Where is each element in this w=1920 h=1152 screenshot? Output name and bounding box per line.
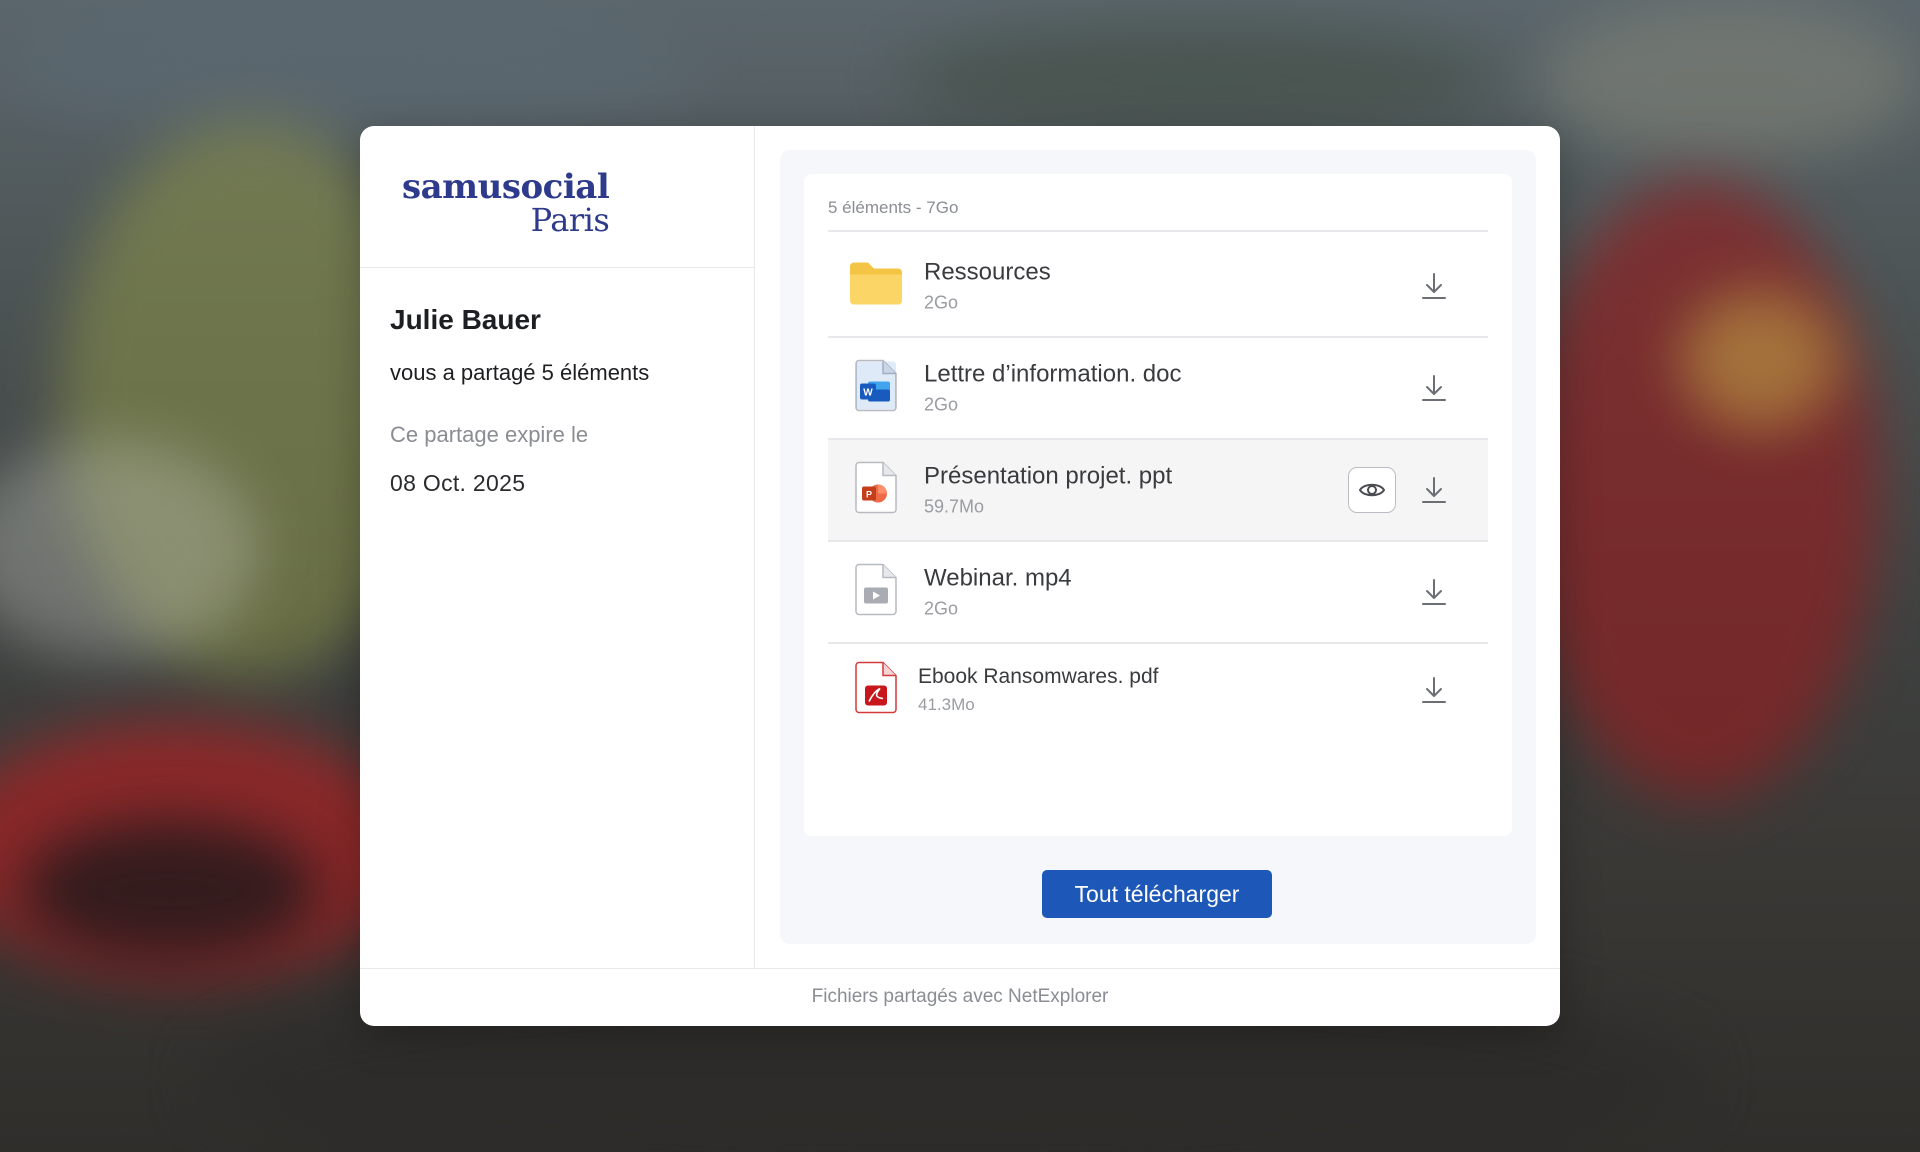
file-name: Ebook Ransomwares. pdf [918,665,1159,688]
video-file-icon [854,563,898,621]
pdf-icon [854,661,898,719]
file-row[interactable]: Ressources 2Go [828,236,1488,338]
files-summary: 5 éléments - 7Go [828,198,1488,232]
footer-text: Fichiers partagés avec NetExplorer [360,968,1560,1026]
file-row[interactable]: P Présentation projet. ppt 59.7Mo [828,440,1488,542]
download-icon[interactable] [1420,271,1448,301]
samusocial-logo: samusocial Paris [402,167,610,239]
powerpoint-icon: P [854,461,898,519]
files-panel: 5 éléments - 7Go Ressources 2Go W Lettre… [780,150,1536,944]
file-size: 2Go [924,598,959,619]
download-icon[interactable] [1420,577,1448,607]
download-icon[interactable] [1420,675,1448,705]
expire-date: 08 Oct. 2025 [390,470,526,496]
file-row[interactable]: Ebook Ransomwares. pdf 41.3Mo [828,644,1488,736]
download-all-button[interactable]: Tout télécharger [1042,870,1272,918]
folder-icon [848,261,904,312]
svg-text:P: P [866,490,872,500]
expire-label: Ce partage expire le [390,422,589,447]
preview-eye-button[interactable] [1348,467,1396,513]
file-size: 2Go [924,394,959,415]
logo-line2: Paris [530,201,610,239]
download-icon[interactable] [1420,373,1448,403]
file-name: Ressources [924,258,1051,286]
file-row[interactable]: W Lettre d’information. doc 2Go [828,338,1488,440]
file-name: Webinar. mp4 [924,564,1072,592]
shared-count-text: vous a partagé 5 éléments [390,360,650,385]
logo-area: samusocial Paris [360,126,754,268]
svg-text:W: W [863,388,873,399]
sender-panel: samusocial Paris Julie Bauer vous a part… [360,126,755,968]
file-size: 2Go [924,292,959,313]
download-icon[interactable] [1420,475,1448,505]
file-name: Présentation projet. ppt [924,462,1173,490]
file-row[interactable]: Webinar. mp4 2Go [828,542,1488,644]
share-card: samusocial Paris Julie Bauer vous a part… [360,126,1560,1026]
logo-line1: samusocial [402,167,610,207]
word-doc-icon: W [854,359,898,417]
file-size: 59.7Mo [924,496,985,517]
file-list: 5 éléments - 7Go Ressources 2Go W Lettre… [804,174,1512,836]
file-size: 41.3Mo [918,695,975,714]
sender-info: Julie Bauer vous a partagé 5 éléments Ce… [360,268,754,497]
file-name: Lettre d’information. doc [924,360,1182,388]
sender-name: Julie Bauer [390,304,541,335]
